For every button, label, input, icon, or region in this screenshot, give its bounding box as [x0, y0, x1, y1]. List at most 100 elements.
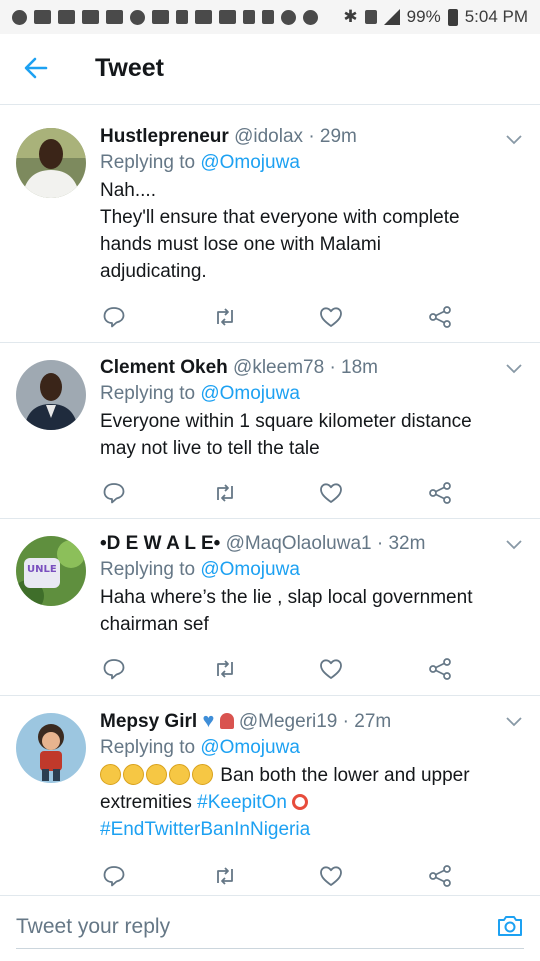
username: @idolax — [234, 126, 304, 147]
chevron-down-icon[interactable] — [506, 135, 522, 145]
replying-to: Replying to @Omojuwa — [100, 556, 526, 584]
tweet-item[interactable]: UNLE •D E W A L E• @MaqOlaoluwa1 · 32m R… — [0, 519, 540, 696]
mention-link[interactable]: @Omojuwa — [200, 383, 300, 404]
back-arrow-icon[interactable] — [22, 54, 50, 82]
display-name[interactable]: Clement Okeh — [100, 357, 228, 378]
display-name[interactable]: •D E W A L E• — [100, 533, 220, 554]
key-icon — [243, 10, 255, 24]
display-name[interactable]: Mepsy Girl — [100, 711, 197, 732]
tweet-text-line: Nah.... — [100, 180, 156, 201]
sms-icon — [152, 10, 169, 24]
tweet-meta: Clement Okeh @kleem78 · 18m — [100, 356, 526, 380]
timestamp: 27m — [354, 711, 392, 732]
chevron-down-icon[interactable] — [506, 540, 522, 550]
phone-icon — [12, 9, 27, 25]
rocket-icon — [219, 713, 234, 729]
notification-icons — [12, 9, 318, 25]
tweet-item[interactable]: Mepsy Girl ♥ @Megeri19 · 27m Replying to… — [0, 696, 540, 894]
avatar[interactable] — [16, 128, 86, 198]
avatar[interactable] — [16, 360, 86, 430]
app-header: Tweet — [0, 34, 540, 105]
like-icon[interactable] — [319, 864, 343, 888]
reply-icon[interactable] — [102, 657, 126, 681]
share-icon[interactable] — [428, 305, 452, 329]
tweet-text-line: hands must lose one with Malami — [100, 234, 381, 255]
laughing-emoji-icon — [169, 764, 190, 785]
tweet-meta: Hustlepreneur @idolax · 29m — [100, 125, 526, 149]
tweet-text: Nah.... They'll ensure that everyone wit… — [100, 177, 526, 285]
tweet-text-line: may not live to tell the tale — [100, 438, 320, 459]
tweet-actions — [100, 657, 460, 681]
share-icon[interactable] — [428, 657, 452, 681]
tweet-text-segment: extremities — [100, 792, 192, 813]
replying-prefix: Replying to — [100, 737, 196, 758]
blue-heart-icon: ♥ — [202, 710, 215, 732]
reply-icon[interactable] — [102, 481, 126, 505]
chat-icon — [106, 10, 123, 24]
rainbow-emoji-icon — [292, 794, 309, 810]
avatar-image — [16, 128, 86, 198]
replying-prefix: Replying to — [100, 152, 196, 173]
reply-input[interactable]: Tweet your reply — [16, 915, 170, 939]
laughing-emoji-icon — [123, 764, 144, 785]
mention-link[interactable]: @Omojuwa — [200, 737, 300, 758]
avatar[interactable]: UNLE — [16, 536, 86, 606]
chevron-down-icon[interactable] — [506, 364, 522, 374]
chevron-down-icon[interactable] — [506, 717, 522, 727]
laughing-emoji-icon — [192, 764, 213, 785]
tweet-text-line: extremities #KeepitOn — [100, 789, 526, 816]
avatar[interactable] — [16, 713, 86, 783]
camera-icon[interactable] — [496, 912, 524, 940]
battery-icon — [447, 8, 458, 26]
share-icon[interactable] — [428, 864, 452, 888]
composer-underline — [16, 948, 524, 949]
hashtag-link[interactable]: #EndTwitterBanInNigeria — [100, 819, 310, 840]
retweet-icon[interactable] — [213, 481, 237, 505]
replying-to: Replying to @Omojuwa — [100, 149, 526, 177]
separator: · — [376, 533, 384, 554]
tweet-text-segment: Ban both the lower and upper — [220, 765, 470, 786]
display-name[interactable]: Hustlepreneur — [100, 126, 229, 147]
retweet-icon[interactable] — [213, 305, 237, 329]
replying-prefix: Replying to — [100, 383, 196, 404]
reply-icon[interactable] — [102, 864, 126, 888]
bluetooth-icon: ✱ — [343, 7, 358, 26]
system-icons: ✱ 99% 5:04 PM — [343, 7, 528, 27]
tweet-item[interactable]: Clement Okeh @kleem78 · 18m Replying to … — [0, 343, 540, 519]
signal-data-icon — [195, 10, 212, 24]
retweet-icon[interactable] — [213, 864, 237, 888]
page-title: Tweet — [95, 54, 164, 82]
reply-icon[interactable] — [102, 305, 126, 329]
tweet-text: Ban both the lower and upper extremities… — [100, 762, 526, 843]
like-icon[interactable] — [319, 657, 343, 681]
svg-text:UNLE: UNLE — [27, 564, 57, 575]
tweet-text-line: #EndTwitterBanInNigeria — [100, 816, 526, 843]
tweet-text-line: Everyone within 1 square kilometer dista… — [100, 411, 472, 432]
like-icon[interactable] — [319, 481, 343, 505]
mention-link[interactable]: @Omojuwa — [200, 152, 300, 173]
twitter-icon — [219, 10, 236, 24]
avatar-image: UNLE — [16, 536, 86, 606]
tweet-actions — [100, 305, 460, 329]
avatar-image — [16, 360, 86, 430]
separator: · — [308, 126, 315, 147]
like-icon[interactable] — [319, 305, 343, 329]
tweet-text-line: Haha where’s the lie , slap local govern… — [100, 587, 473, 608]
tweet-item[interactable]: Hustlepreneur @idolax · 29m Replying to … — [0, 105, 540, 343]
share-icon[interactable] — [428, 481, 452, 505]
username: @Megeri19 — [238, 711, 338, 732]
network-icon — [364, 10, 377, 24]
laughing-emoji-icon — [100, 764, 121, 785]
retweet-icon[interactable] — [213, 657, 237, 681]
tweet-actions — [100, 864, 460, 888]
mention-link[interactable]: @Omojuwa — [200, 559, 300, 580]
instagram-icon-2 — [303, 9, 318, 25]
hashtag-link[interactable]: #KeepitOn — [197, 792, 287, 813]
tweet-text-line: chairman sef — [100, 614, 209, 635]
messenger-icon — [130, 9, 145, 25]
tweet-text-line: They'll ensure that everyone with comple… — [100, 207, 460, 228]
cloud-icon — [82, 10, 99, 24]
tweet-text-line: Ban both the lower and upper — [100, 762, 526, 789]
text-icon — [262, 10, 274, 24]
battery-percent: 99% — [406, 7, 441, 26]
